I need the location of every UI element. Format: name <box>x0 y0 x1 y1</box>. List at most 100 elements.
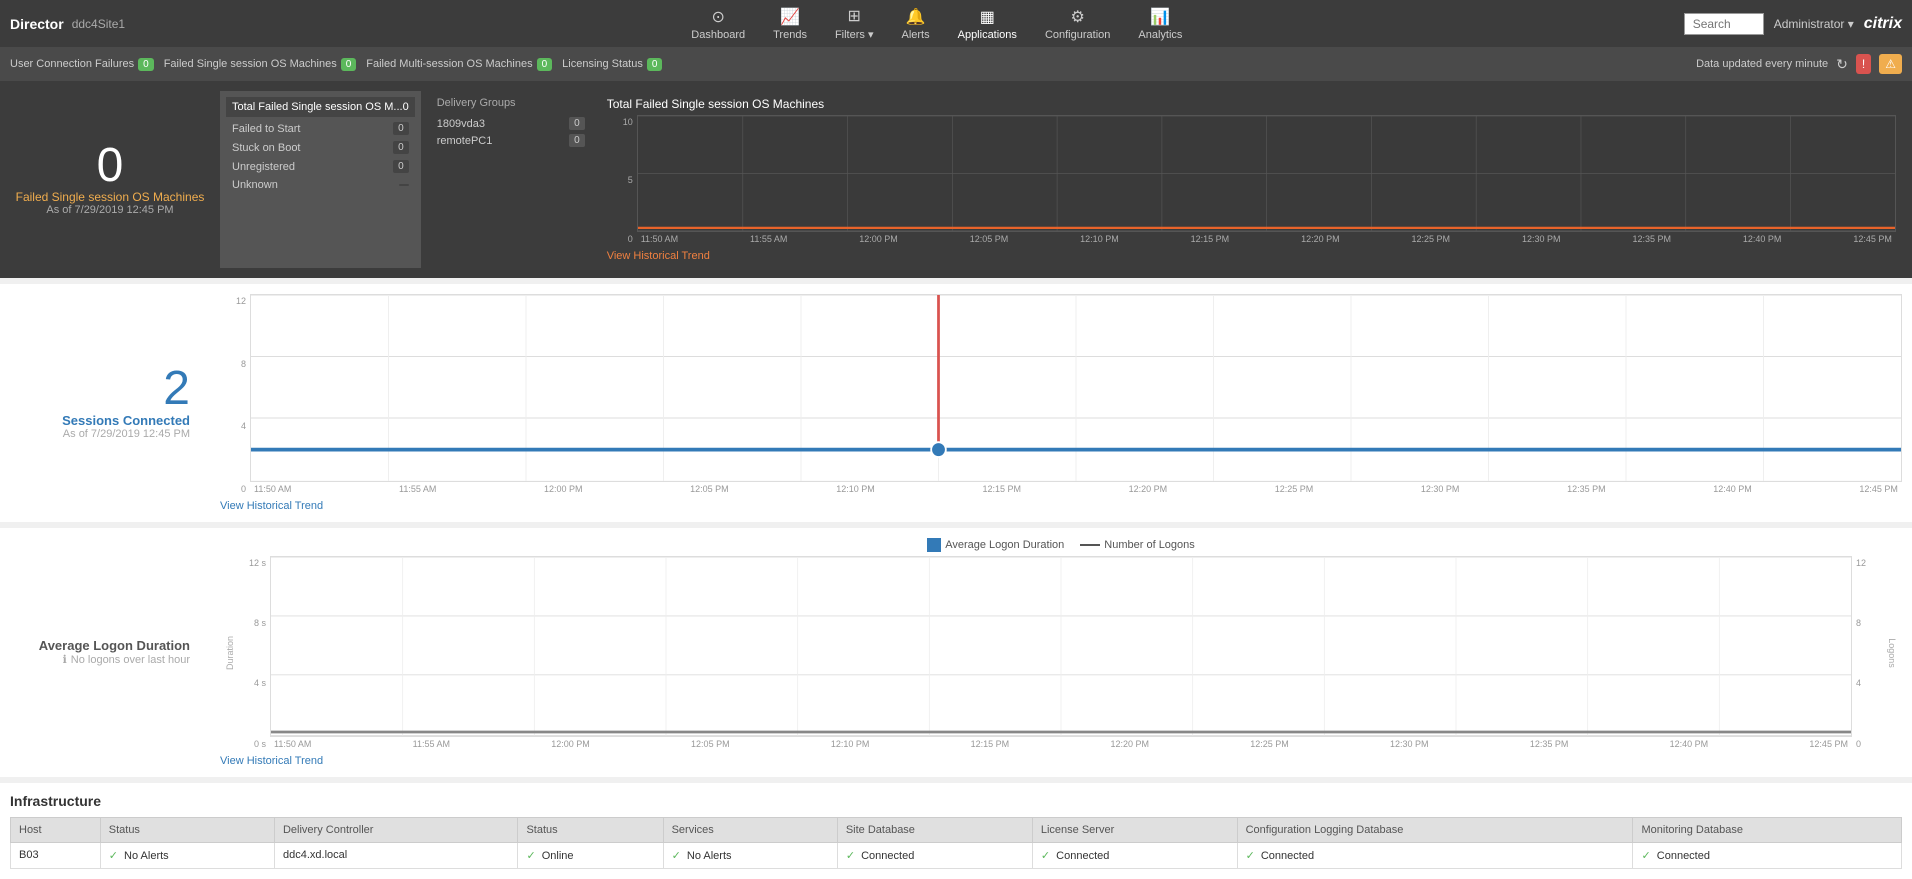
license-text: Connected <box>1056 850 1109 862</box>
delivery-label-vda3: 1809vda3 <box>437 118 485 130</box>
failed-chart <box>637 115 1896 232</box>
fts-count: 0 <box>393 122 409 135</box>
chart-legend: Average Logon Duration Number of Logons <box>220 538 1902 552</box>
citrix-logo: citrix <box>1864 15 1902 33</box>
badge-label-ucf: User Connection Failures <box>10 58 134 70</box>
delivery-label-remotepc: remotePC1 <box>437 135 493 147</box>
failed-list-item-sob[interactable]: Stuck on Boot 0 <box>226 138 415 157</box>
refresh-icon[interactable]: ↻ <box>1836 56 1848 73</box>
nav-item-filters[interactable]: ⊞ Filters ▾ <box>823 2 886 45</box>
col-header-license: License Server <box>1032 817 1237 842</box>
nav-label-filters: Filters ▾ <box>835 28 874 41</box>
nav-label-analytics: Analytics <box>1138 29 1182 41</box>
ly-4s: 4 s <box>254 678 266 688</box>
unreg-count: 0 <box>393 160 409 173</box>
admin-label[interactable]: Administrator ▾ <box>1774 17 1854 31</box>
cell-ctrl-status: ✓ Online <box>518 842 663 868</box>
badge-failed-multi-session[interactable]: Failed Multi-session OS Machines 0 <box>366 58 552 71</box>
failed-count-area: 0 Failed Single session OS Machines As o… <box>10 91 210 268</box>
sessions-panel: 2 Sessions Connected As of 7/29/2019 12:… <box>0 284 1912 522</box>
sy-4: 4 <box>241 421 246 431</box>
search-input[interactable] <box>1684 13 1764 35</box>
nav-item-configuration[interactable]: ⚙ Configuration <box>1033 3 1122 45</box>
col-header-services: Services <box>663 817 837 842</box>
nav-label-dashboard: Dashboard <box>691 29 745 41</box>
col-header-site-db: Site Database <box>837 817 1032 842</box>
sessions-chart-area: 12 8 4 0 <box>220 294 1902 512</box>
cell-config-log: ✓ Connected <box>1237 842 1633 868</box>
logon-view-trend-link[interactable]: View Historical Trend <box>220 755 1902 767</box>
badge-user-connection-failures[interactable]: User Connection Failures 0 <box>10 58 154 71</box>
delivery-item-vda3[interactable]: 1809vda3 0 <box>437 115 585 132</box>
failed-list-item-unreg[interactable]: Unregistered 0 <box>226 157 415 176</box>
logon-info-text: No logons over last hour <box>71 654 190 666</box>
sessions-chart-x-axis: 11:50 AM11:55 AM12:00 PM12:05 PM 12:10 P… <box>250 482 1902 496</box>
legend-num-logons: Number of Logons <box>1080 539 1195 551</box>
unknown-label: Unknown <box>232 179 278 191</box>
failed-list-header-count: 0 <box>403 101 409 113</box>
sessions-chart <box>250 294 1902 482</box>
ry-8: 8 <box>1856 618 1861 628</box>
trends-icon: 📈 <box>780 7 800 27</box>
dashboard-icon: ⊙ <box>712 7 725 27</box>
check-icon-ctrl: ✓ <box>526 850 535 862</box>
alerts-icon: 🔔 <box>906 7 926 27</box>
unknown-count <box>399 184 409 186</box>
logon-chart <box>270 556 1852 737</box>
badge-licensing-status[interactable]: Licensing Status 0 <box>562 58 662 71</box>
cell-controller: ddc4.xd.local <box>274 842 517 868</box>
unreg-label: Unregistered <box>232 161 295 173</box>
logon-info: ℹ No logons over last hour <box>63 653 190 666</box>
delivery-groups-panel: Delivery Groups 1809vda3 0 remotePC1 0 <box>431 91 591 268</box>
badge-count-ls: 0 <box>647 58 663 71</box>
site-db-text: Connected <box>861 850 914 862</box>
top-navigation: Director ddc4Site1 ⊙ Dashboard 📈 Trends … <box>0 0 1912 47</box>
badge-label-fss: Failed Single session OS Machines <box>164 58 337 70</box>
cell-site-db: ✓ Connected <box>837 842 1032 868</box>
y-label-10: 10 <box>623 117 633 127</box>
failed-chart-y-axis: 10 5 0 <box>607 115 637 246</box>
table-row: B03 ✓ No Alerts ddc4.xd.local ✓ Online ✓… <box>11 842 1902 868</box>
col-header-monitoring-db: Monitoring Database <box>1633 817 1902 842</box>
delivery-count-remotepc: 0 <box>569 134 585 147</box>
y-axis-duration-label: Duration <box>225 636 235 670</box>
badge-count-ucf: 0 <box>138 58 154 71</box>
failed-view-trend-link[interactable]: View Historical Trend <box>607 250 1896 262</box>
legend-avg-logon-label: Average Logon Duration <box>945 539 1064 551</box>
sessions-view-trend-link[interactable]: View Historical Trend <box>220 500 1902 512</box>
nav-item-trends[interactable]: 📈 Trends <box>761 3 819 45</box>
sessions-count-area: 2 Sessions Connected As of 7/29/2019 12:… <box>10 294 210 512</box>
nav-label-alerts: Alerts <box>901 29 929 41</box>
legend-num-logons-label: Number of Logons <box>1104 539 1195 551</box>
cell-monitoring-db: ✓ Connected <box>1633 842 1902 868</box>
sob-count: 0 <box>393 141 409 154</box>
caution-button[interactable]: ⚠ <box>1879 54 1902 74</box>
logon-panel: Average Logon Duration ℹ No logons over … <box>0 528 1912 777</box>
failed-list-item-fts[interactable]: Failed to Start 0 <box>226 119 415 138</box>
site-name: ddc4Site1 <box>72 17 125 31</box>
nav-label-trends: Trends <box>773 29 807 41</box>
y-label-0: 0 <box>628 234 633 244</box>
nav-item-alerts[interactable]: 🔔 Alerts <box>889 3 941 45</box>
badge-failed-single-session[interactable]: Failed Single session OS Machines 0 <box>164 58 357 71</box>
failed-list-panel: Total Failed Single session OS M... 0 Fa… <box>220 91 421 268</box>
nav-item-dashboard[interactable]: ⊙ Dashboard <box>679 3 757 45</box>
failed-count-label: Failed Single session OS Machines <box>16 190 205 204</box>
config-log-text: Connected <box>1261 850 1314 862</box>
app-name: Director <box>10 16 64 32</box>
legend-line-gray <box>1080 544 1100 546</box>
nav-item-applications[interactable]: ▦ Applications <box>946 3 1029 45</box>
host-status-text: No Alerts <box>124 850 169 862</box>
warning-button[interactable]: ! <box>1856 54 1871 74</box>
failed-list-header: Total Failed Single session OS M... 0 <box>226 97 415 117</box>
infrastructure-table: Host Status Delivery Controller Status S… <box>10 817 1902 869</box>
delivery-item-remotepc[interactable]: remotePC1 0 <box>437 132 585 149</box>
logon-label: Average Logon Duration <box>39 638 190 653</box>
nav-item-analytics[interactable]: 📊 Analytics <box>1126 3 1194 45</box>
refresh-label: Data updated every minute <box>1696 58 1828 70</box>
failed-list-header-label: Total Failed Single session OS M... <box>232 101 403 113</box>
cell-services: ✓ No Alerts <box>663 842 837 868</box>
logon-label-area: Average Logon Duration ℹ No logons over … <box>10 538 210 767</box>
failed-list-item-unknown[interactable]: Unknown <box>226 176 415 194</box>
y-label-5: 5 <box>628 175 633 185</box>
